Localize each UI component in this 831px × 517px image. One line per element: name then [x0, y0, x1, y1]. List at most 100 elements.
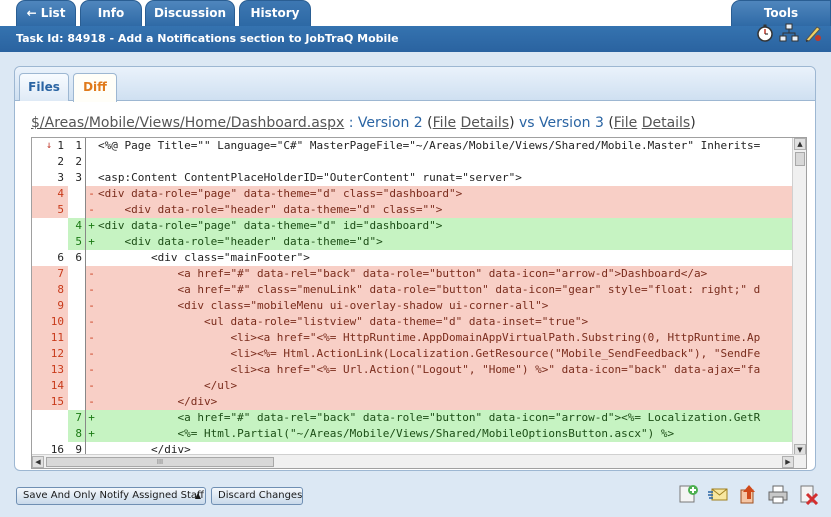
version-right-details-link[interactable]: Details [642, 115, 691, 131]
scroll-right-icon[interactable]: ▶ [782, 456, 794, 468]
line-code: </ul> [98, 379, 238, 392]
diff-line: 9 - <div class="mobileMenu ui-overlay-sha… [32, 298, 794, 314]
change-marker: - [85, 394, 97, 410]
tools-label: Tools [763, 6, 799, 20]
change-marker [85, 154, 97, 170]
change-marker: - [85, 266, 97, 282]
horizontal-scroll-thumb[interactable]: III [46, 457, 274, 467]
change-marker: + [85, 234, 97, 250]
new-line-number: 6 [75, 251, 82, 264]
line-code: <div data-role="header" data-theme="d" c… [98, 203, 443, 216]
task-title: Task Id: 84918 - Add a Notifications sec… [16, 32, 399, 45]
scroll-up-icon[interactable]: ▲ [794, 138, 806, 150]
change-marker: - [85, 282, 97, 298]
line-code: </div> [98, 395, 218, 408]
new-line-number: 8 [75, 427, 82, 440]
line-code: <div data-role="page" data-theme="d" cla… [98, 187, 463, 200]
line-code: <a href="#" data-rel="back" data-role="b… [98, 267, 708, 280]
line-code: <li><a href="<%= HttpRuntime.AppDomainAp… [98, 331, 761, 344]
change-marker: + [85, 426, 97, 442]
new-line-number [68, 314, 85, 330]
diff-line: 11 - <li><a href="<%= HttpRuntime.AppDoma… [32, 330, 794, 346]
diff-line: 13 - <li><a href="<%= Url.Action("Logout"… [32, 362, 794, 378]
diff-line: 1 1 <%@ Page Title="" Language="C#" Master… [32, 138, 794, 154]
vertical-scrollbar[interactable]: ▲ ▼ [792, 138, 806, 456]
line-code: <%= Html.Partial("~/Areas/Mobile/Views/S… [98, 427, 675, 440]
file-path-link[interactable]: $/Areas/Mobile/Views/Home/Dashboard.aspx [31, 115, 344, 131]
task-title-bar: Task Id: 84918 - Add a Notifications sec… [0, 26, 831, 52]
version-left-file-link[interactable]: File [433, 115, 456, 131]
hierarchy-icon[interactable] [779, 23, 799, 43]
tab-list[interactable]: ← List [16, 0, 76, 26]
line-code: <%@ Page Title="" Language="C#" MasterPa… [98, 139, 761, 152]
new-line-number: 4 [75, 219, 82, 232]
change-marker [85, 138, 97, 154]
old-line-number [32, 218, 68, 234]
diff-line: 10 - <ul data-role="listview" data-theme=… [32, 314, 794, 330]
move-up-icon[interactable] [737, 483, 759, 505]
old-line-number: 4 [32, 186, 68, 202]
subtab-bar: Files Diff [15, 67, 815, 102]
diff-viewer[interactable]: 1 1 <%@ Page Title="" Language="C#" Master… [31, 137, 807, 469]
diff-line: 15 - </div> [32, 394, 794, 410]
version-left-label: Version 2 [357, 115, 423, 131]
change-marker: - [85, 314, 97, 330]
version-right-label: Version 3 [539, 115, 604, 131]
new-line-number: 3 [75, 171, 82, 184]
new-line-number [68, 202, 85, 218]
old-line-number: 6 [57, 251, 64, 264]
tab-info[interactable]: Info [80, 0, 142, 26]
change-marker: - [85, 330, 97, 346]
dropdown-triangle-icon[interactable]: ▲ [195, 488, 201, 504]
diff-line: 7 + <a href="#" data-rel="back" data-role… [32, 410, 794, 426]
new-line-number [68, 266, 85, 282]
line-code: <div data-role="page" data-theme="d" id=… [98, 219, 443, 232]
save-and-notify-label: Save And Only Notify Assigned Staff [23, 490, 204, 501]
diff-line: 5 - <div data-role="header" data-theme="d… [32, 202, 794, 218]
new-line-number: 2 [75, 155, 82, 168]
vertical-scroll-thumb[interactable] [795, 152, 805, 166]
tool-icons [755, 23, 823, 47]
old-line-number [32, 410, 68, 426]
new-task-icon[interactable] [677, 483, 699, 505]
tab-history-label: History [250, 6, 300, 20]
timer-icon[interactable] [755, 23, 775, 43]
new-line-number [68, 346, 85, 362]
change-marker: - [85, 346, 97, 362]
email-icon[interactable] [707, 483, 729, 505]
diff-header: $/Areas/Mobile/Views/Home/Dashboard.aspx… [31, 115, 807, 135]
tab-files[interactable]: Files [19, 73, 69, 101]
scroll-left-icon[interactable]: ◀ [32, 456, 44, 468]
change-marker: + [85, 410, 97, 426]
change-marker: - [85, 298, 97, 314]
old-line-number: 10 [32, 314, 68, 330]
diff-line: 4 + <div data-role="page" data-theme="d" i… [32, 218, 794, 234]
change-marker: - [85, 186, 97, 202]
old-line-number: 14 [32, 378, 68, 394]
print-icon[interactable] [767, 483, 789, 505]
new-line-number [68, 282, 85, 298]
tab-discussion[interactable]: Discussion [145, 0, 235, 26]
diff-line: 7 - <a href="#" data-rel="back" data-role… [32, 266, 794, 282]
horizontal-scrollbar[interactable]: ◀ III ▶ [32, 454, 806, 468]
top-navigation: ← List Info Discussion History Tools [0, 0, 831, 26]
old-line-number: 5 [32, 202, 68, 218]
change-marker: - [85, 378, 97, 394]
old-line-number [32, 426, 68, 442]
old-line-number: 11 [32, 330, 68, 346]
next-change-arrow-icon[interactable]: ↓ [46, 138, 52, 154]
edit-tools-icon[interactable] [803, 23, 823, 43]
line-code: <div class="mainFooter"> [98, 251, 310, 264]
diff-line: 8 - <a href="#" class="menuLink" data-rol… [32, 282, 794, 298]
tab-history[interactable]: History [239, 0, 311, 26]
version-right-file-link[interactable]: File [614, 115, 637, 131]
tab-list-label: ← List [26, 6, 66, 20]
new-line-number: 5 [75, 235, 82, 248]
diff-line: 12 - <li><%= Html.ActionLink(Localization… [32, 346, 794, 362]
version-left-details-link[interactable]: Details [461, 115, 510, 131]
save-and-notify-button[interactable]: Save And Only Notify Assigned Staff ▲ [16, 487, 206, 505]
delete-icon[interactable] [797, 483, 819, 506]
discard-changes-button[interactable]: Discard Changes [211, 487, 303, 505]
tab-diff[interactable]: Diff [73, 73, 117, 102]
